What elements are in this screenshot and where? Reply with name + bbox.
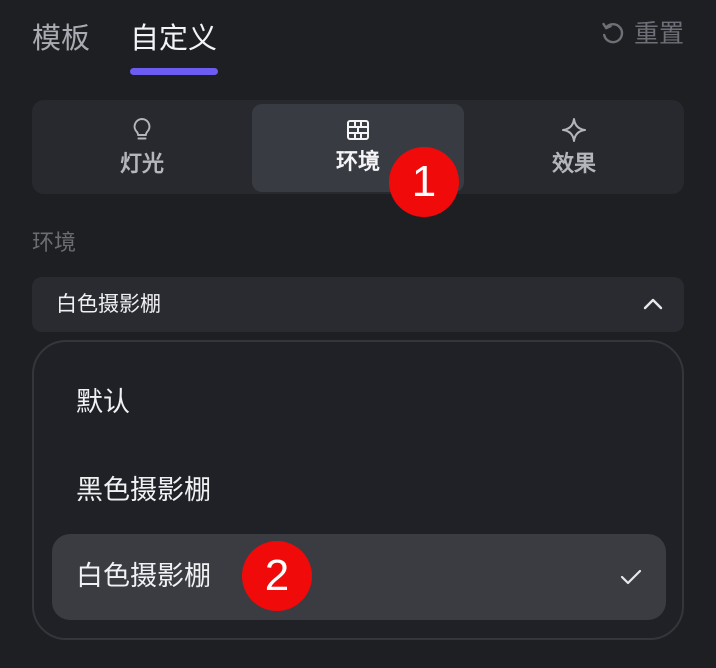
sparkle-icon [561, 117, 587, 147]
option-black-studio[interactable]: 黑色摄影棚 [52, 448, 666, 534]
option-default-label: 默认 [76, 387, 130, 418]
reset-label: 重置 [633, 19, 684, 48]
segment-lighting-label: 灯光 [119, 152, 164, 177]
bulb-icon [131, 117, 153, 147]
environment-settings-panel: 模板 自定义 重置 灯光 环境 效果 1 环境 白色摄影棚 默认 黑色摄影棚 白… [0, 0, 716, 668]
active-tab-indicator [130, 68, 218, 75]
tab-templates[interactable]: 模板 [32, 16, 90, 60]
chevron-up-icon [642, 294, 664, 318]
segment-effects[interactable]: 效果 [468, 104, 680, 192]
mode-segmented-control: 灯光 环境 效果 [32, 100, 684, 194]
reset-icon [600, 21, 626, 47]
environment-select[interactable]: 白色摄影棚 [32, 277, 684, 332]
reset-button[interactable]: 重置 [600, 16, 684, 52]
environment-dropdown-menu: 默认 黑色摄影棚 白色摄影棚 [32, 340, 684, 640]
option-white-studio[interactable]: 白色摄影棚 [52, 534, 666, 620]
segment-environment-label: 环境 [335, 150, 380, 175]
option-white-studio-label: 白色摄影棚 [76, 561, 211, 592]
section-title: 环境 [32, 231, 77, 256]
segment-lighting[interactable]: 灯光 [36, 104, 248, 192]
environment-select-value: 白色摄影棚 [56, 292, 161, 316]
top-tab-bar: 模板 自定义 [32, 16, 217, 60]
brick-wall-icon [346, 119, 370, 145]
segment-effects-label: 效果 [551, 152, 596, 177]
callout-badge-2: 2 [242, 541, 312, 611]
option-black-studio-label: 黑色摄影棚 [76, 475, 211, 506]
check-icon [620, 568, 642, 590]
tab-custom[interactable]: 自定义 [130, 16, 217, 60]
option-default[interactable]: 默认 [52, 360, 666, 446]
callout-badge-1: 1 [389, 147, 459, 217]
